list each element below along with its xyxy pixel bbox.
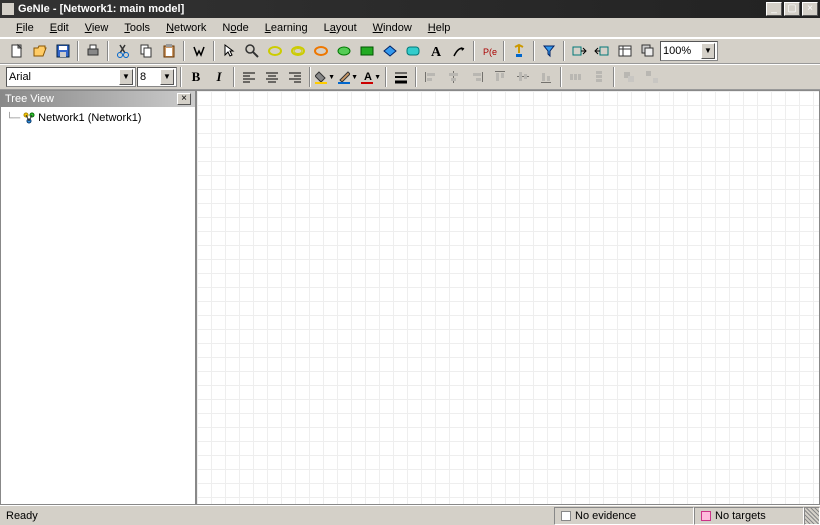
line-color-button[interactable]: ▼ xyxy=(337,66,359,88)
tree-view-titlebar: Tree View × xyxy=(1,91,195,107)
cut-button[interactable] xyxy=(112,40,134,62)
status-ready: Ready xyxy=(0,510,554,522)
tree-view-body[interactable]: └─ Network1 (Network1) xyxy=(1,107,195,504)
print-button[interactable] xyxy=(82,40,104,62)
canvas[interactable] xyxy=(196,90,820,505)
decision-node-tool[interactable] xyxy=(356,40,378,62)
text-color-button[interactable]: A▼ xyxy=(360,66,382,88)
window-title: GeNIe - [Network1: main model] xyxy=(18,3,766,15)
spreadsheet-button[interactable] xyxy=(614,40,636,62)
align-center-button[interactable] xyxy=(261,66,283,88)
copy-button[interactable] xyxy=(135,40,157,62)
menu-node[interactable]: Node xyxy=(214,20,256,36)
menu-layout[interactable]: Layout xyxy=(316,20,365,36)
align-bottom-button[interactable] xyxy=(535,66,557,88)
zoom-value: 100% xyxy=(663,45,691,57)
tree-view-panel: Tree View × └─ Network1 (Network1) xyxy=(0,90,196,505)
paste-button[interactable] xyxy=(158,40,180,62)
zoom-tool[interactable] xyxy=(241,40,263,62)
titlebar: GeNIe - [Network1: main model] _ ▢ × xyxy=(0,0,820,18)
fontsize-dropdown-arrow[interactable]: ▼ xyxy=(160,69,174,85)
deterministic-node-tool[interactable] xyxy=(287,40,309,62)
resize-grip[interactable] xyxy=(804,507,820,525)
fontsize-value: 8 xyxy=(140,71,146,83)
align-top-button[interactable] xyxy=(489,66,511,88)
minimize-button[interactable]: _ xyxy=(766,2,782,16)
value-node-tool[interactable] xyxy=(379,40,401,62)
save-button[interactable] xyxy=(52,40,74,62)
font-combo[interactable]: Arial ▼ xyxy=(6,67,136,87)
maximize-button[interactable]: ▢ xyxy=(784,2,800,16)
close-button[interactable]: × xyxy=(802,2,818,16)
ungroup-button[interactable] xyxy=(641,66,663,88)
enter-submodel-button[interactable] xyxy=(568,40,590,62)
zoom-combo[interactable]: 100% ▼ xyxy=(660,41,718,61)
align-right-button[interactable] xyxy=(284,66,306,88)
align-right-obj-button[interactable] xyxy=(466,66,488,88)
distribute-h-button[interactable] xyxy=(565,66,587,88)
italic-button[interactable]: I xyxy=(208,66,230,88)
svg-text:P(e): P(e) xyxy=(483,47,497,57)
arc-tool[interactable] xyxy=(448,40,470,62)
cascade-button[interactable] xyxy=(637,40,659,62)
menu-learning[interactable]: Learning xyxy=(257,20,316,36)
statusbar: Ready No evidence No targets xyxy=(0,505,820,525)
svg-text:A: A xyxy=(431,45,442,59)
fill-color-button[interactable]: ▼ xyxy=(314,66,336,88)
status-evidence: No evidence xyxy=(554,507,694,525)
svg-text:A: A xyxy=(364,71,372,83)
menu-help[interactable]: Help xyxy=(420,20,459,36)
group-button[interactable] xyxy=(618,66,640,88)
equation-node-tool[interactable] xyxy=(333,40,355,62)
toolbar-format: Arial ▼ 8 ▼ B I ▼ ▼ A▼ xyxy=(0,64,820,90)
tree-connector-icon: └─ xyxy=(6,113,20,124)
targets-icon xyxy=(701,511,711,521)
align-left-obj-button[interactable] xyxy=(420,66,442,88)
new-button[interactable] xyxy=(6,40,28,62)
menu-edit[interactable]: Edit xyxy=(42,20,77,36)
menu-window[interactable]: Window xyxy=(365,20,420,36)
update-button[interactable] xyxy=(508,40,530,62)
menu-tools[interactable]: Tools xyxy=(116,20,158,36)
exit-submodel-button[interactable] xyxy=(591,40,613,62)
align-center-h-button[interactable] xyxy=(443,66,465,88)
font-dropdown-arrow[interactable]: ▼ xyxy=(119,69,133,85)
zoom-dropdown-arrow[interactable]: ▼ xyxy=(701,43,715,59)
align-center-v-button[interactable] xyxy=(512,66,534,88)
network-icon xyxy=(23,112,35,124)
status-targets: No targets xyxy=(694,507,804,525)
main-area: Tree View × └─ Network1 (Network1) xyxy=(0,90,820,505)
evidence-icon xyxy=(561,511,571,521)
tree-view-close-button[interactable]: × xyxy=(177,93,191,105)
select-tool[interactable] xyxy=(218,40,240,62)
tree-view-title: Tree View xyxy=(5,93,54,105)
menu-view[interactable]: View xyxy=(77,20,117,36)
status-evidence-text: No evidence xyxy=(575,510,636,522)
find-button[interactable] xyxy=(188,40,210,62)
menu-network[interactable]: Network xyxy=(158,20,214,36)
open-button[interactable] xyxy=(29,40,51,62)
noisy-node-tool[interactable] xyxy=(310,40,332,62)
filter-button[interactable] xyxy=(538,40,560,62)
app-icon xyxy=(2,3,14,15)
fontsize-combo[interactable]: 8 ▼ xyxy=(137,67,177,87)
distribute-v-button[interactable] xyxy=(588,66,610,88)
clear-evidence-button[interactable]: P(e) xyxy=(478,40,500,62)
font-value: Arial xyxy=(9,71,31,83)
toolbar-main: A P(e) 100% ▼ xyxy=(0,38,820,64)
line-width-button[interactable] xyxy=(390,66,412,88)
submodel-tool[interactable] xyxy=(402,40,424,62)
bold-button[interactable]: B xyxy=(185,66,207,88)
status-targets-text: No targets xyxy=(715,510,766,522)
tree-root-node[interactable]: └─ Network1 (Network1) xyxy=(5,111,191,125)
menubar: File Edit View Tools Network Node Learni… xyxy=(0,18,820,38)
tree-root-label: Network1 (Network1) xyxy=(38,112,141,124)
chance-node-tool[interactable] xyxy=(264,40,286,62)
text-tool[interactable]: A xyxy=(425,40,447,62)
menu-file[interactable]: File xyxy=(8,20,42,36)
align-left-button[interactable] xyxy=(238,66,260,88)
